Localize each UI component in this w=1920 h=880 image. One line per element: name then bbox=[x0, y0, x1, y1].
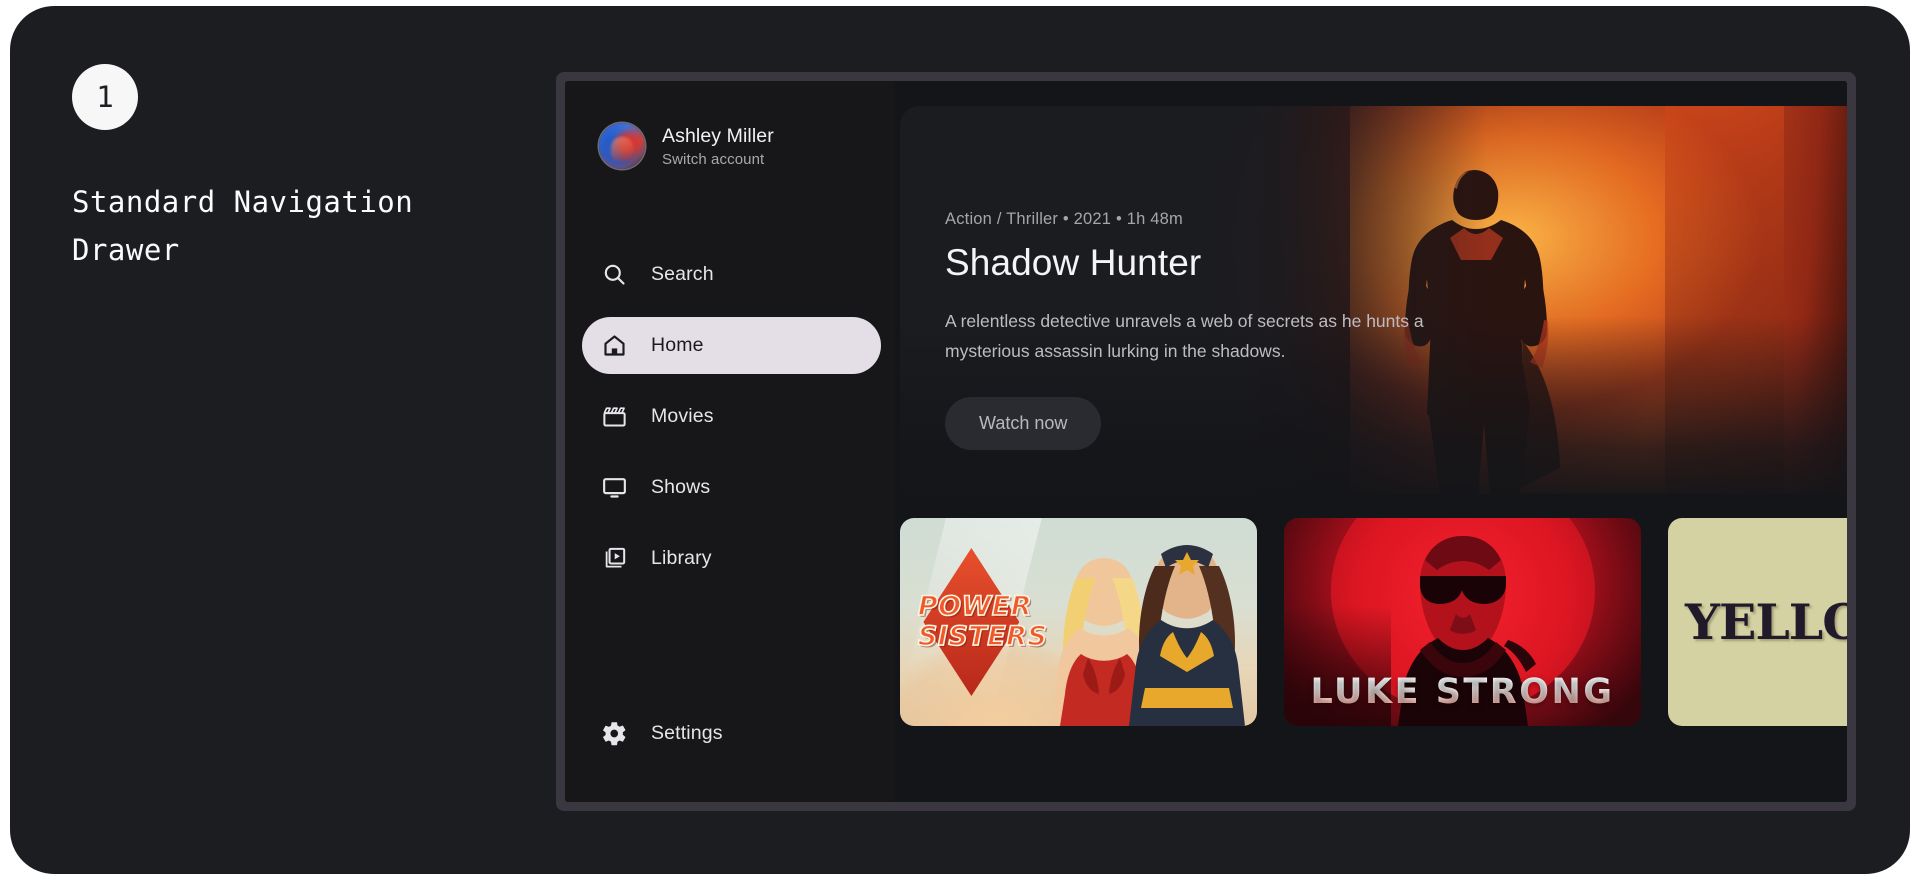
app-window: Ashley Miller Switch account Search Home… bbox=[565, 81, 1847, 802]
movie-icon bbox=[601, 403, 628, 430]
account-name: Ashley Miller bbox=[662, 124, 774, 147]
hero-pillar-right bbox=[1665, 106, 1784, 494]
library-icon bbox=[601, 545, 628, 572]
annotation-block: 1 Standard Navigation Drawer bbox=[72, 64, 502, 274]
card-figure-dark-icon bbox=[1121, 536, 1253, 726]
movie-card-power-sisters[interactable]: POWER SISTERS bbox=[900, 518, 1257, 726]
sidebar-item-home[interactable]: Home bbox=[582, 317, 881, 374]
account-text: Ashley Miller Switch account bbox=[662, 125, 774, 168]
tv-icon bbox=[601, 474, 628, 501]
step-number-badge: 1 bbox=[72, 64, 138, 130]
avatar[interactable] bbox=[599, 123, 645, 169]
movie-card-luke-strong[interactable]: LUKE STRONG bbox=[1284, 518, 1641, 726]
search-icon bbox=[601, 261, 628, 288]
card-title: LUKE STRONG bbox=[1310, 672, 1615, 712]
card-title: YELLOW bbox=[1685, 593, 1847, 651]
sidebar-item-library[interactable]: Library bbox=[582, 530, 881, 587]
hero-meta: Action / Thriller • 2021 • 1h 48m bbox=[945, 210, 1183, 228]
sidebar-item-movies[interactable]: Movies bbox=[582, 388, 881, 445]
movie-card-yellow[interactable]: YELLOW bbox=[1668, 518, 1847, 726]
switch-account-link[interactable]: Switch account bbox=[662, 151, 774, 168]
movie-card-row: POWER SISTERS LUKE STRONG YELLO bbox=[900, 518, 1847, 726]
navigation-drawer: Ashley Miller Switch account Search Home… bbox=[565, 81, 895, 802]
sidebar-item-label: Settings bbox=[651, 722, 723, 744]
nav-bottom-list: Settings bbox=[565, 705, 895, 762]
sidebar-item-label: Movies bbox=[651, 405, 714, 427]
card-title: POWER SISTERS bbox=[917, 591, 1048, 653]
account-row[interactable]: Ashley Miller Switch account bbox=[565, 117, 895, 175]
sidebar-item-label: Shows bbox=[651, 476, 711, 498]
sidebar-item-search[interactable]: Search bbox=[582, 246, 881, 303]
screenshot-stage: 1 Standard Navigation Drawer Ashley Mill… bbox=[10, 6, 1910, 874]
annotation-title: Standard Navigation Drawer bbox=[72, 185, 414, 267]
content-area: Action / Thriller • 2021 • 1h 48m Shadow… bbox=[895, 81, 1847, 802]
sidebar-item-shows[interactable]: Shows bbox=[582, 459, 881, 516]
hero-card[interactable]: Action / Thriller • 2021 • 1h 48m Shadow… bbox=[900, 106, 1847, 494]
sidebar-item-label: Search bbox=[651, 263, 714, 285]
page-title: Shadow Hunter bbox=[945, 242, 1202, 283]
nav-item-list: Search Home Movies Shows Library bbox=[565, 246, 895, 587]
gear-icon bbox=[601, 720, 628, 747]
hero-copy: Action / Thriller • 2021 • 1h 48m Shadow… bbox=[945, 210, 1465, 450]
app-window-frame: Ashley Miller Switch account Search Home… bbox=[556, 72, 1856, 811]
sidebar-item-settings[interactable]: Settings bbox=[582, 705, 881, 762]
sidebar-item-label: Library bbox=[651, 547, 712, 569]
hero-description: A relentless detective unravels a web of… bbox=[945, 311, 1424, 361]
home-icon bbox=[601, 332, 628, 359]
watch-now-button[interactable]: Watch now bbox=[945, 397, 1102, 450]
sidebar-item-label: Home bbox=[651, 334, 704, 356]
